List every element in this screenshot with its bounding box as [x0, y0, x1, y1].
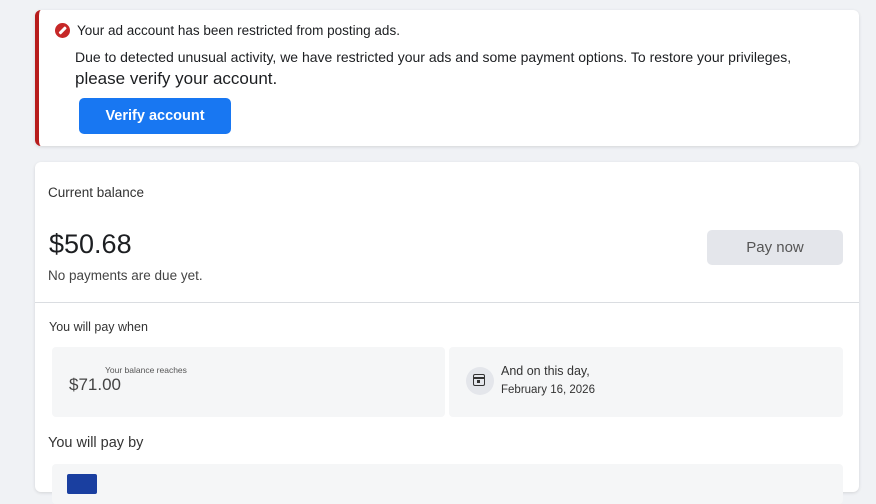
threshold-value: $71.00 [69, 375, 121, 394]
verify-account-button[interactable]: Verify account [79, 98, 231, 134]
restriction-alert: Your ad account has been restricted from… [35, 10, 859, 146]
balance-subtext: No payments are due yet. [48, 268, 203, 283]
balance-card: Current balance $50.68 No payments are d… [35, 162, 859, 504]
alert-emphasis: please verify your account. [75, 69, 278, 89]
threshold-label: Your balance reaches [105, 365, 187, 375]
restricted-icon [55, 23, 70, 38]
pay-when-heading: You will pay when [49, 320, 148, 334]
alert-body-text: Due to detected unusual activity, we hav… [75, 49, 792, 65]
date-condition: And on this day, February 16, 2026 [449, 347, 843, 417]
threshold-condition: Your balance reaches $71.00 [52, 347, 445, 417]
divider [35, 302, 859, 303]
payment-method-row[interactable] [52, 464, 843, 504]
date-value: February 16, 2026 [501, 384, 595, 396]
alert-body: Due to detected unusual activity, we hav… [75, 48, 835, 90]
credit-card-icon [67, 474, 97, 494]
current-balance-label: Current balance [48, 185, 145, 200]
pay-now-button[interactable]: Pay now [707, 230, 843, 265]
alert-title: Your ad account has been restricted from… [77, 23, 400, 38]
pay-by-heading: You will pay by [48, 435, 144, 451]
balance-amount: $50.68 [49, 229, 132, 259]
calendar-icon [473, 374, 485, 386]
date-label: And on this day, [501, 364, 590, 378]
calendar-icon-circle [466, 367, 494, 395]
